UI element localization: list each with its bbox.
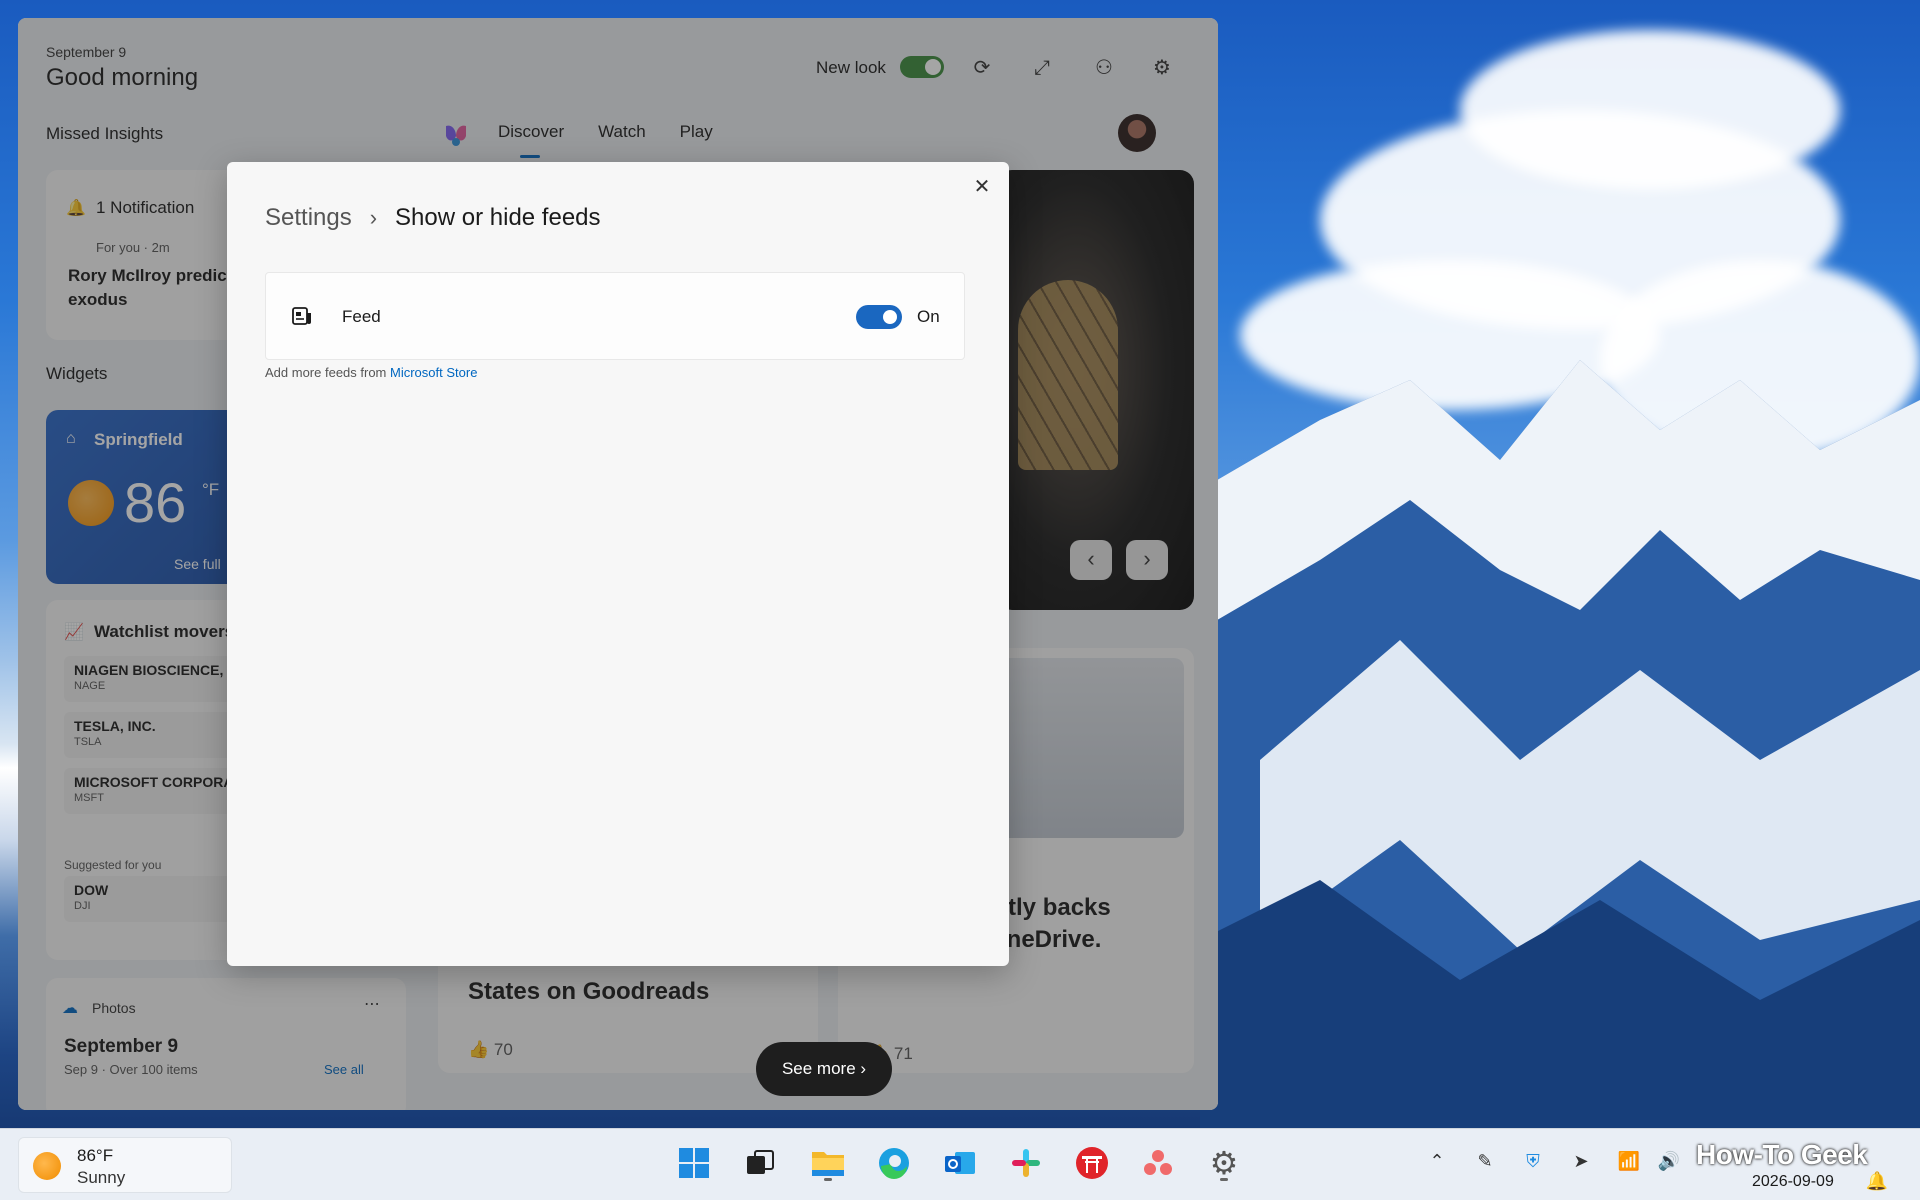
outlook-button[interactable] [938, 1141, 982, 1185]
edge-icon [879, 1148, 909, 1179]
sun-icon [33, 1152, 61, 1180]
gate-icon [1076, 1147, 1108, 1179]
slack-icon [1012, 1149, 1040, 1177]
start-button[interactable] [672, 1141, 716, 1185]
page-title: Show or hide feeds [395, 204, 601, 231]
running-indicator [1220, 1178, 1228, 1181]
taskbar-weather[interactable]: 86°F Sunny [18, 1137, 232, 1193]
asana-button[interactable] [1136, 1141, 1180, 1185]
feed-toggle[interactable] [856, 305, 902, 329]
pen-icon[interactable]: ✎ [1472, 1151, 1498, 1172]
news-feed-icon [292, 307, 311, 325]
edge-button[interactable] [872, 1141, 916, 1185]
volume-icon[interactable]: 🔊 [1656, 1151, 1682, 1172]
slack-button[interactable] [1004, 1141, 1048, 1185]
taskbar-weather-temp: 86°F [77, 1146, 114, 1165]
add-more-prefix: Add more feeds from [265, 365, 387, 380]
app-button[interactable] [1070, 1141, 1114, 1185]
add-more-feeds-text: Add more feeds from Microsoft Store [265, 365, 477, 380]
shield-icon[interactable]: ⛨ [1520, 1151, 1546, 1172]
location-icon[interactable]: ➤ [1568, 1151, 1594, 1172]
running-indicator [824, 1178, 832, 1181]
file-explorer-button[interactable] [806, 1141, 850, 1185]
chevron-up-icon[interactable]: ⌃ [1424, 1151, 1450, 1172]
taskbar: 86°F Sunny ⚙ ⌃ ✎ ⛨ ➤ 📶 🔊 How-To Geek 202… [0, 1128, 1920, 1200]
wifi-icon[interactable]: 📶 [1616, 1151, 1642, 1172]
task-view-icon [747, 1150, 774, 1174]
breadcrumb: Settings › Show or hide feeds [265, 204, 601, 232]
outlook-icon [945, 1152, 975, 1174]
chevron-right-icon: › [369, 205, 378, 230]
close-icon[interactable]: ✕ [969, 174, 995, 200]
breadcrumb-settings[interactable]: Settings [265, 204, 352, 232]
settings-app-button[interactable]: ⚙ [1202, 1141, 1246, 1185]
see-more-button[interactable]: See more › [756, 1042, 892, 1096]
feed-setting-row: Feed On [265, 272, 965, 360]
windows-logo-icon [679, 1148, 709, 1178]
taskbar-weather-condition: Sunny [77, 1168, 126, 1187]
gear-icon: ⚙ [1209, 1145, 1239, 1181]
feed-label: Feed [342, 307, 381, 326]
taskbar-date[interactable]: 2026-09-09 [1752, 1173, 1834, 1191]
task-view-button[interactable] [738, 1141, 782, 1185]
feed-toggle-state: On [917, 307, 940, 326]
microsoft-store-link[interactable]: Microsoft Store [390, 365, 477, 380]
notification-bell-icon[interactable]: 🔔 [1864, 1171, 1890, 1192]
folder-icon [812, 1152, 844, 1176]
settings-dialog: ✕ Settings › Show or hide feeds Feed On … [227, 162, 1009, 966]
watermark-logo: How-To Geek [1696, 1139, 1868, 1170]
see-more-label: See more [781, 1059, 856, 1078]
asana-icon [1144, 1150, 1172, 1175]
